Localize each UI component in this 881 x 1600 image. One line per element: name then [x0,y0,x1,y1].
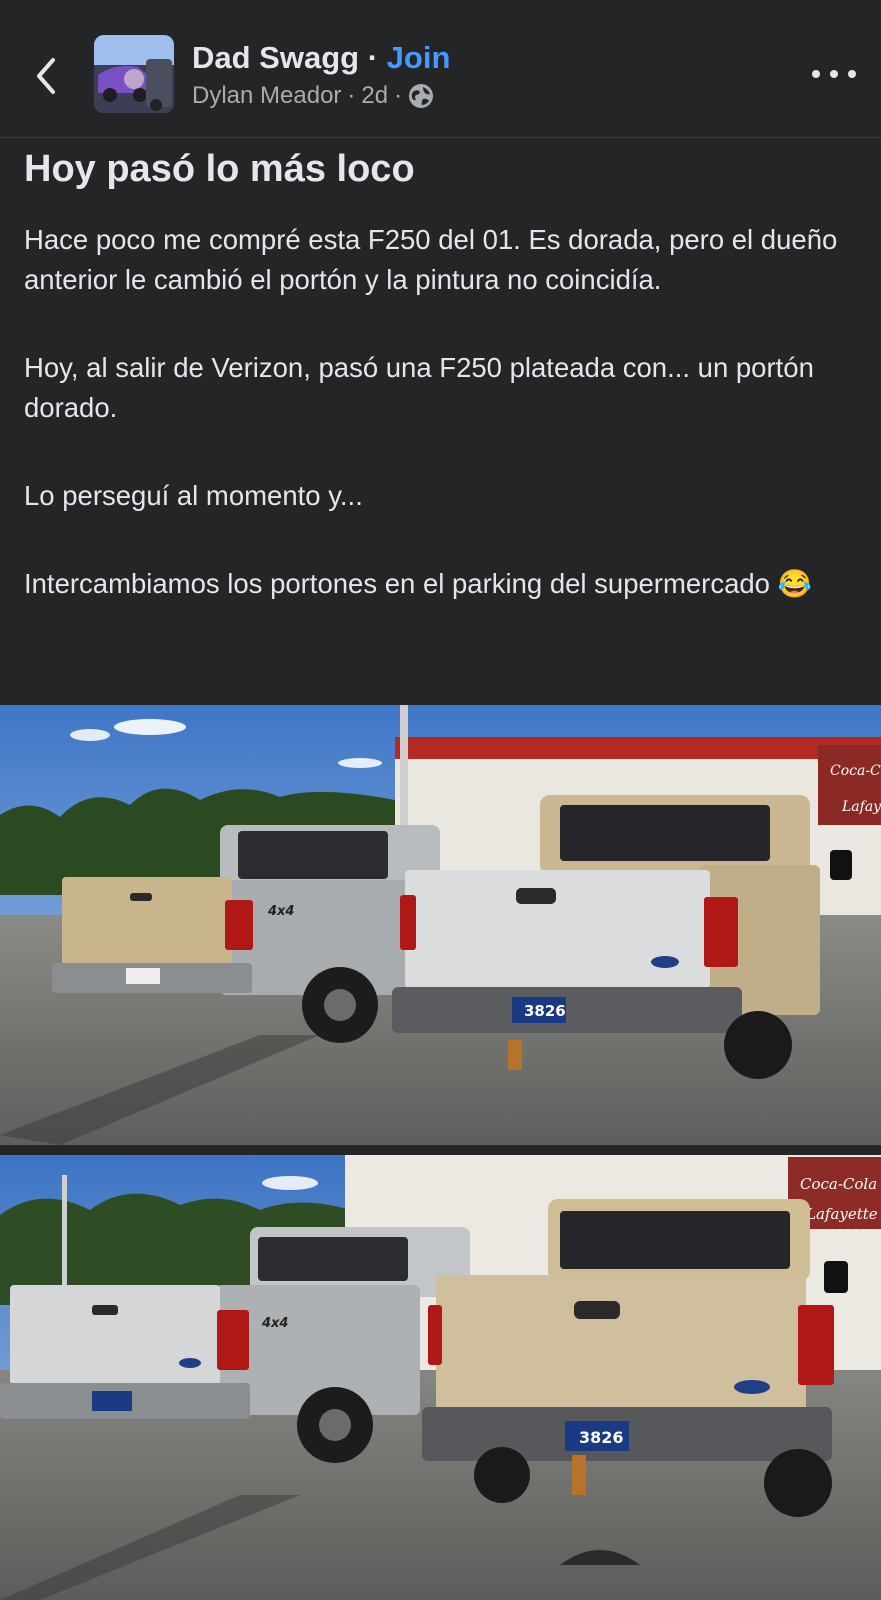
separator-dot: · [367,40,379,75]
more-dot [812,70,820,78]
group-avatar[interactable] [94,35,174,113]
post-paragraph: Lo perseguí al momento y... [24,480,363,511]
sign-text: Lafayette [841,799,881,815]
post-meta: Dylan Meador · 2d · [192,82,434,110]
truck-badge: 4x4 [267,904,294,919]
post-photo-2[interactable]: Coca-Cola Lafayette 4x4 3826 [0,1155,881,1600]
post-paragraph: Hace poco me compré esta F250 del 01. Es… [24,224,838,295]
group-name[interactable]: Dad Swagg [192,40,359,75]
back-button[interactable] [28,54,64,98]
post-paragraph: Hoy, al salir de Verizon, pasó una F250 … [24,352,814,423]
meta-dot-2: · [394,82,403,109]
globe-icon [409,84,434,108]
author-name[interactable]: Dylan Meador [192,82,341,110]
post-header: Dad Swagg · Join Dylan Meador · 2d · [0,0,881,138]
truck-badge: 4x4 [261,1316,288,1331]
more-dot [830,70,838,78]
post-time[interactable]: 2d [361,82,388,110]
meta-dot: · [347,82,356,109]
chevron-left-icon [37,58,55,94]
join-button[interactable]: Join [387,40,451,75]
post-title: Hoy pasó lo más loco [24,148,415,190]
sign-text: Coca-Cola [830,763,881,779]
post-photo-1[interactable]: Coca-Cola Lafayette 4x4 3826 [0,705,881,1145]
post-body: Hace poco me compré esta F250 del 01. Es… [24,220,854,604]
post-paragraph: Intercambiamos los portones en el parkin… [24,568,812,599]
license-plate: 3826 [524,1002,566,1020]
sign-text: Coca-Cola [800,1175,877,1193]
sign-text: Lafayette [805,1205,878,1223]
more-dot [848,70,856,78]
license-plate: 3826 [579,1428,624,1447]
group-title-line: Dad Swagg · Join [192,40,450,76]
more-options-button[interactable] [812,60,856,88]
